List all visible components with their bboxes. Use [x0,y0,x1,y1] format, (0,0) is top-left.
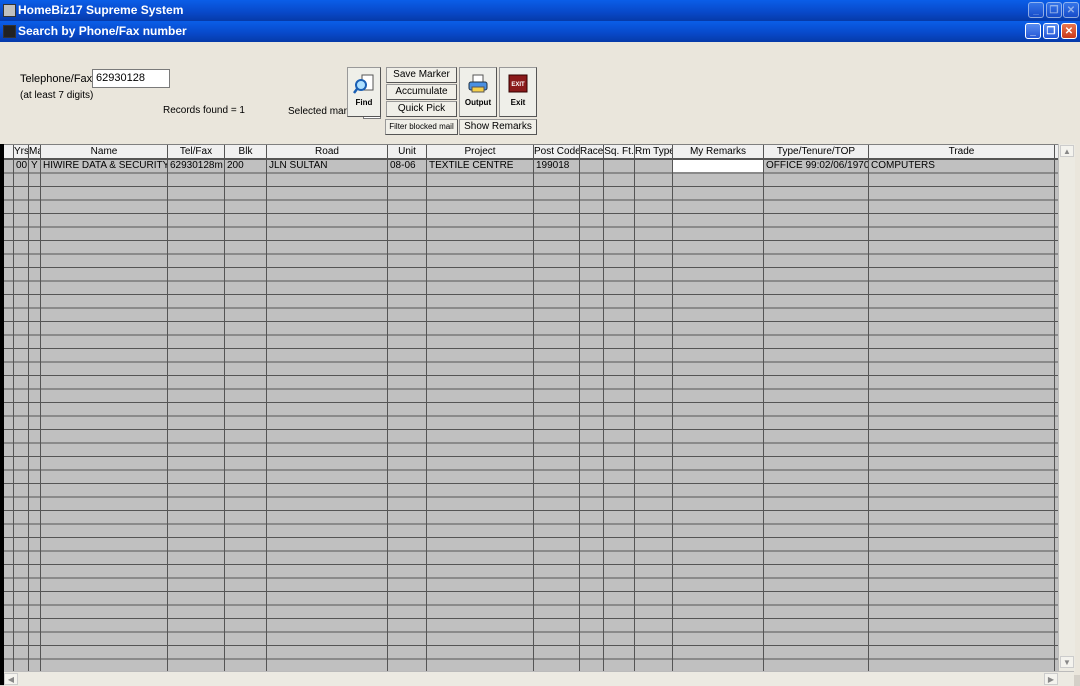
printer-icon [468,74,488,93]
column-divider [579,159,580,672]
table-cell: 62930128m [170,160,223,171]
digits-hint: (at least 7 digits) [20,90,94,101]
app-minimize-button[interactable]: _ [1028,2,1044,18]
column-divider [603,159,604,672]
output-label: Output [464,98,492,107]
column-divider [28,159,29,672]
column-divider [167,159,168,672]
row-selector-header[interactable] [4,145,14,158]
table-cell: 00 [16,160,28,171]
window-icon [3,25,16,38]
column-divider [266,159,267,672]
table-cell [580,159,603,172]
column-divider [426,159,427,672]
table-cell: JLN SULTAN [269,160,328,171]
column-divider [224,159,225,672]
app-close-button[interactable]: ✕ [1063,2,1079,18]
close-button[interactable]: ✕ [1061,23,1077,39]
app-restore-button[interactable]: ❐ [1046,2,1062,18]
column-divider [634,159,635,672]
exit-button[interactable]: EXIT Exit [499,67,537,117]
column-header[interactable]: Name [41,145,168,158]
column-header[interactable]: Post Code [534,145,580,158]
column-divider [13,159,14,672]
table-cell: OFFICE 99:02/06/1970 TI [766,160,868,171]
column-header[interactable]: Blk [225,145,267,158]
app-frame: Search by Phone/Fax number _ ❐ ✕ Telepho… [0,21,1080,686]
exit-icon-text: EXIT [511,82,525,88]
exit-icon: EXIT [508,74,528,93]
column-header[interactable]: Sq. Ft. [604,145,635,158]
quick-pick-button[interactable]: Quick Pick [386,101,457,117]
telephone-label: Telephone/Fax [20,73,93,85]
show-remarks-button[interactable]: Show Remarks [459,119,537,135]
scroll-down-icon[interactable]: ▼ [1060,656,1074,668]
column-divider [1054,159,1055,672]
column-header[interactable]: My Remarks [673,145,764,158]
telephone-input[interactable]: 62930128 [92,69,170,88]
column-divider [387,159,388,672]
column-divider [868,159,869,672]
column-header[interactable]: Trade [869,145,1055,158]
table-cell: COMPUTERS [871,160,935,171]
find-label: Find [355,98,373,107]
find-icon [353,74,374,94]
column-divider [763,159,764,672]
table-cell [604,159,634,172]
column-divider [533,159,534,672]
child-title-bar: Search by Phone/Fax number _ ❐ ✕ [0,21,1080,42]
scroll-up-icon[interactable]: ▲ [1060,145,1074,157]
records-found: Records found = 1 [163,105,245,116]
table-cell: 199018 [536,160,570,171]
restore-button[interactable]: ❐ [1043,23,1059,39]
minimize-button[interactable]: _ [1025,23,1041,39]
table-cell: TEXTILE CENTRE [429,160,514,171]
app-title-bar: HomeBiz17 Supreme System _ ❐ ✕ [0,0,1080,21]
save-marker-button[interactable]: Save Marker [386,67,457,83]
column-header[interactable]: Road [267,145,388,158]
column-header[interactable]: Type/Tenure/TOP [764,145,869,158]
column-header[interactable]: Ma [29,145,41,158]
child-window: Search by Phone/Fax number _ ❐ ✕ Telepho… [0,21,1080,686]
filter-blocked-mail-button[interactable]: Filter blocked mail [385,119,458,135]
table-cell: 08-06 [390,160,416,171]
table-cell: 200 [227,160,244,171]
accumulate-button[interactable]: Accumulate [386,84,457,100]
column-divider [672,159,673,672]
app-icon [3,4,16,17]
column-header[interactable]: Project [427,145,534,158]
column-header[interactable]: Yrs [14,145,29,158]
column-header[interactable]: Tel/Fax [168,145,225,158]
table-cell [635,159,672,172]
column-header[interactable]: Unit [388,145,427,158]
search-panel: Telephone/Fax 62930128 (at least 7 digit… [0,42,1076,138]
column-header[interactable]: Race [580,145,604,158]
window-title: Search by Phone/Fax number [18,24,187,38]
results-grid[interactable]: YrsMaNameTel/FaxBlkRoadUnitProjectPost C… [4,144,1058,672]
find-button[interactable]: Find [347,67,381,117]
column-header[interactable]: Rm Type [635,145,673,158]
remarks-cell-input[interactable] [673,160,763,172]
table-cell: Y [31,160,38,171]
grid-header: YrsMaNameTel/FaxBlkRoadUnitProjectPost C… [4,145,1058,159]
horizontal-scrollbar[interactable]: ◀ ▶ [4,671,1074,686]
app-title: HomeBiz17 Supreme System [18,3,184,17]
output-button[interactable]: Output [459,67,497,117]
grid-rows[interactable] [4,159,1058,672]
table-cell: HIWIRE DATA & SECURITY PT [43,160,167,171]
vertical-scrollbar[interactable]: ▲ ▼ [1058,144,1075,671]
column-divider [40,159,41,672]
exit-label: Exit [510,98,526,107]
